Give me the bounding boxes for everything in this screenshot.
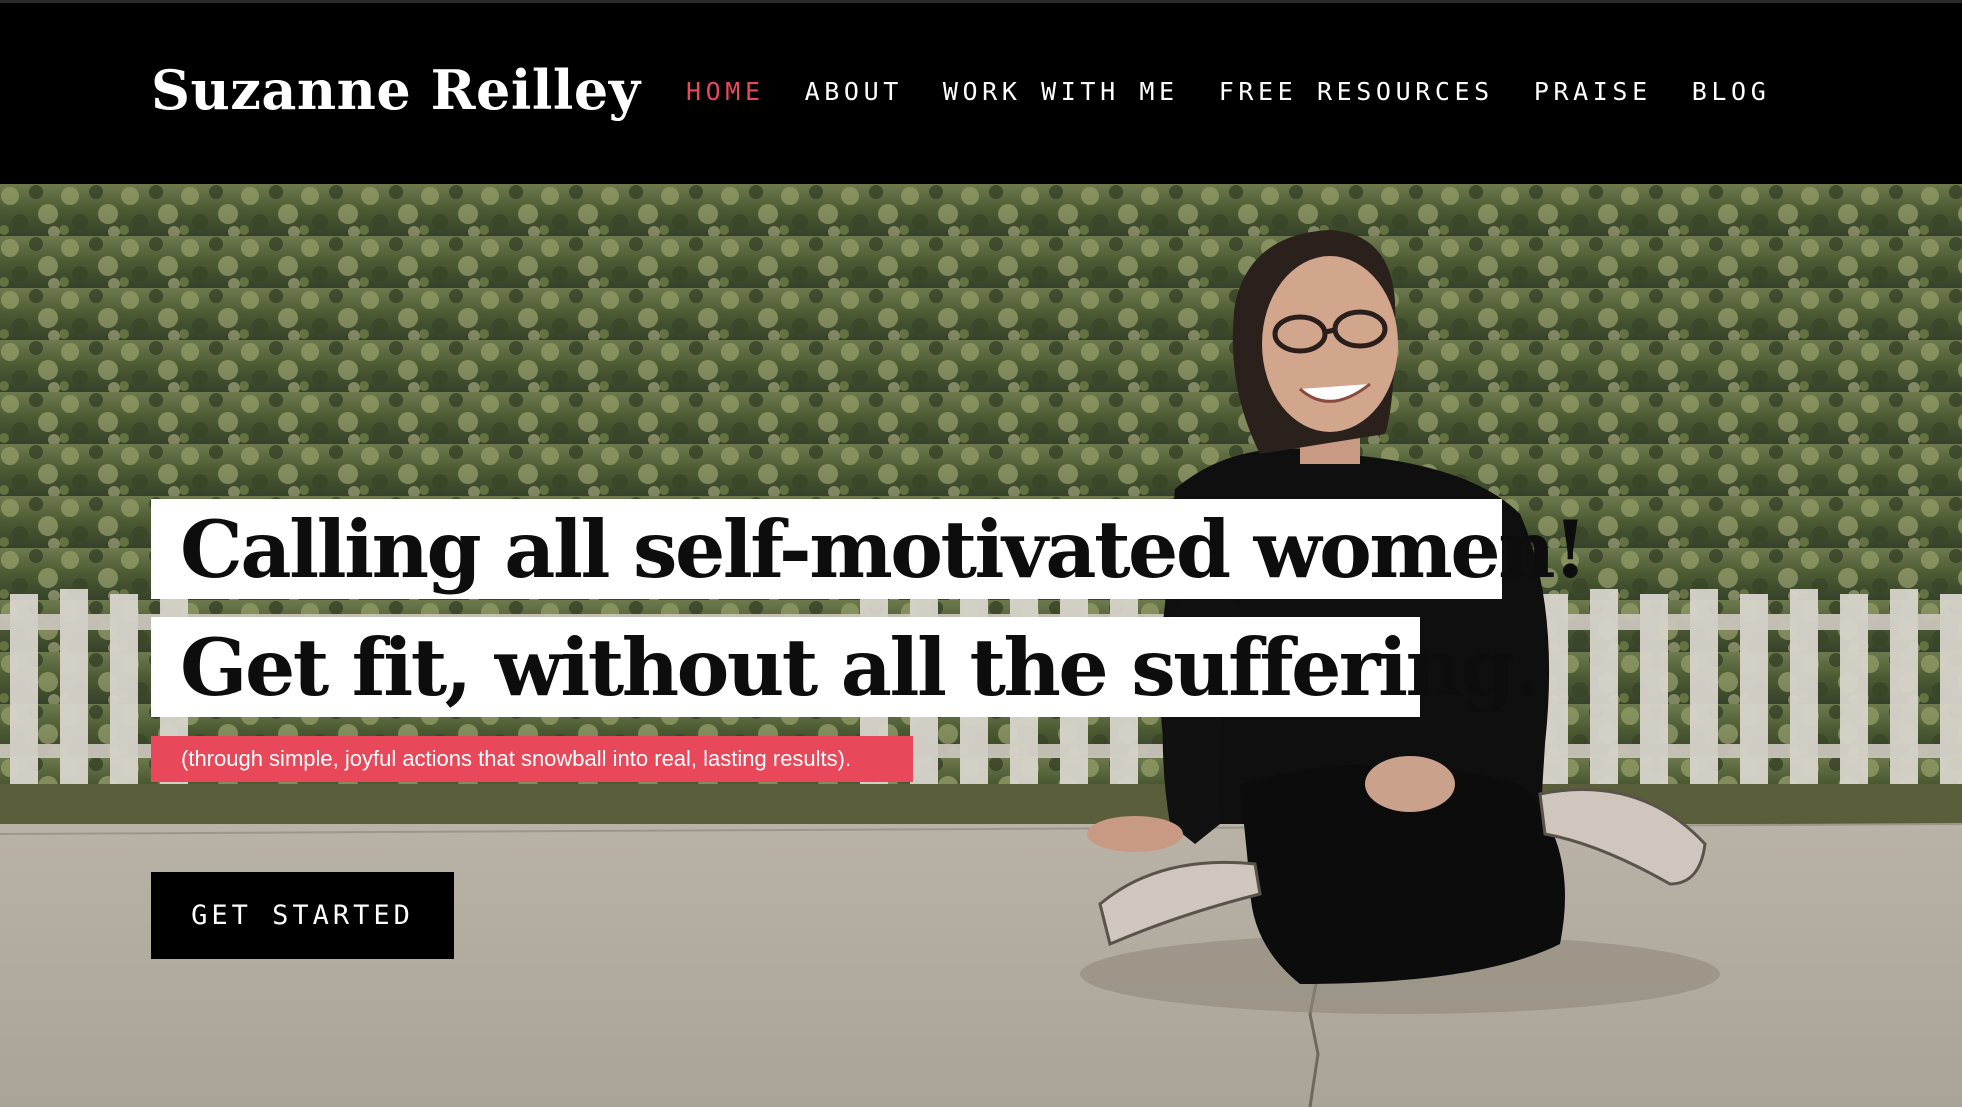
headline-line-1: Calling all self-motivated women!: [180, 503, 1588, 596]
get-started-button[interactable]: GET STARTED: [151, 872, 454, 959]
nav-free-resources-link[interactable]: FREE RESOURCES: [1219, 77, 1494, 106]
site-logo[interactable]: Suzanne Reilley: [151, 58, 641, 122]
site-header: Suzanne Reilley HOME ABOUT WORK WITH ME …: [0, 0, 1962, 184]
nav-praise-link[interactable]: PRAISE: [1534, 77, 1652, 106]
headline-box-1: Calling all self-motivated women!: [151, 499, 1588, 599]
get-started-label: GET STARTED: [191, 900, 414, 931]
nav-work-with-me-link[interactable]: WORK WITH ME: [943, 77, 1179, 106]
subtagline-text: (through simple, joyful actions that sno…: [181, 746, 852, 771]
subtagline-banner: (through simple, joyful actions that sno…: [151, 736, 913, 782]
main-nav: HOME ABOUT WORK WITH ME FREE RESOURCES P…: [686, 77, 1810, 106]
page: Suzanne Reilley HOME ABOUT WORK WITH ME …: [0, 0, 1962, 1107]
nav-home-link[interactable]: HOME: [686, 77, 765, 106]
nav-blog-link[interactable]: BLOG: [1692, 77, 1771, 106]
nav-about-link[interactable]: ABOUT: [805, 77, 903, 106]
headline-line-2: Get fit, without all the suffering.: [180, 621, 1541, 714]
headline-box-2: Get fit, without all the suffering.: [151, 617, 1541, 717]
